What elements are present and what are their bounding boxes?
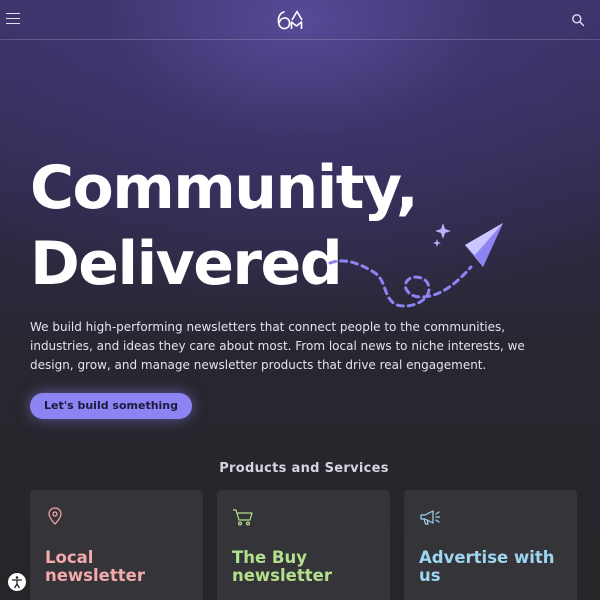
card-title: The Buy newsletter (232, 548, 332, 585)
site-logo[interactable] (276, 8, 308, 32)
lets-build-something-button[interactable]: Let's build something (30, 393, 193, 419)
accessibility-button[interactable] (7, 572, 27, 592)
accessibility-icon (11, 576, 23, 589)
megaphone-icon (420, 510, 441, 525)
products-heading: Products and Services (219, 461, 389, 476)
card-title: Local newsletter (45, 548, 145, 585)
site-header (0, 0, 600, 40)
hamburger-menu-icon[interactable] (6, 13, 20, 25)
search-icon[interactable] (571, 13, 585, 27)
paper-plane-icon (328, 223, 503, 308)
product-card-the-buy-newsletter[interactable]: The Buy newsletter (217, 490, 390, 600)
card-title: Advertise with us (419, 548, 555, 585)
product-card-advertise-with-us[interactable]: Advertise with us (404, 490, 577, 600)
map-pin-icon (48, 507, 62, 525)
hero-description: We build high-performing newsletters tha… (30, 320, 525, 372)
product-card-local-newsletter[interactable]: Local newsletter (30, 490, 203, 600)
shopping-cart-icon (233, 509, 253, 526)
